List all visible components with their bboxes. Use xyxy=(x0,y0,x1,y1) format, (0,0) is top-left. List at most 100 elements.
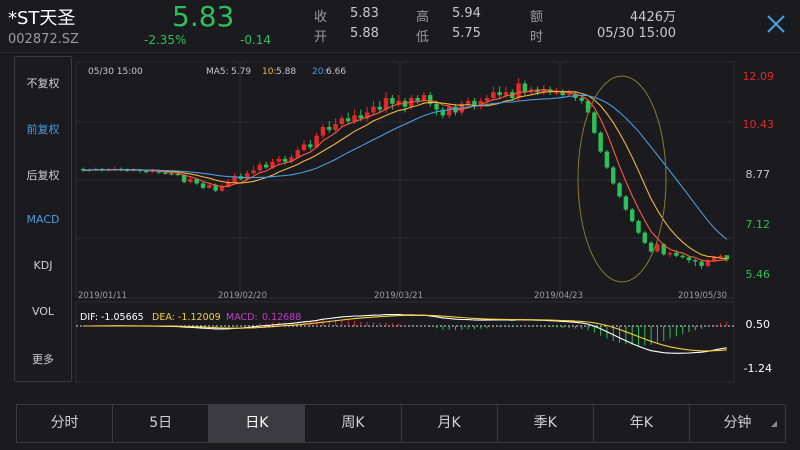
close-label: 收 xyxy=(314,10,328,25)
stock-name: *ST天圣 xyxy=(8,8,76,29)
date-tick: 2019/02/20 xyxy=(218,291,267,301)
legend-ma10-label: 10: xyxy=(262,67,276,77)
current-price: 5.83 xyxy=(172,0,235,33)
change-amount: -0.14 xyxy=(240,33,272,47)
candle xyxy=(251,166,256,175)
candle xyxy=(421,92,427,104)
candle xyxy=(440,106,446,119)
ma10-line xyxy=(83,91,727,260)
candle xyxy=(491,86,496,101)
date-tick: 2019/05/30 xyxy=(678,291,727,301)
legend-ma10-value: 5.88 xyxy=(276,67,296,77)
date-tick: 2019/01/11 xyxy=(78,291,127,301)
price-tick: 5.46 xyxy=(746,268,771,281)
legend-time: 05/30 15:00 xyxy=(88,67,143,77)
time-value: 05/30 15:00 xyxy=(596,26,676,41)
tab-5day[interactable]: 5日 xyxy=(113,405,210,442)
tab-daily-k[interactable]: 日K xyxy=(209,405,306,442)
candle xyxy=(377,100,382,113)
candle xyxy=(263,161,269,169)
price-tick: 10.43 xyxy=(743,118,775,131)
legend-ma5-value: 5.79 xyxy=(231,67,251,77)
candle xyxy=(320,124,326,139)
macd-macd-value: 0.12688 xyxy=(262,312,301,323)
tab-monthly-k[interactable]: 月K xyxy=(402,405,498,442)
price-tick: 8.77 xyxy=(746,168,771,181)
tab-quarterly-k[interactable]: 季K xyxy=(498,405,594,442)
quote-header: *ST天圣 002872.SZ 5.83 -2.35% -0.14 收 5.83… xyxy=(0,0,800,52)
candle xyxy=(642,231,648,245)
candle xyxy=(617,181,622,198)
change-percent: -2.35% xyxy=(144,33,187,47)
close-value: 5.83 xyxy=(350,6,379,21)
candle xyxy=(80,167,86,172)
tab-minute[interactable]: 分钟 ◢ xyxy=(690,405,785,442)
candle xyxy=(598,131,603,154)
candle xyxy=(680,254,685,259)
tab-weekly-k[interactable]: 周K xyxy=(305,405,402,442)
legend-ma5-label: MA5: xyxy=(206,67,229,77)
tab-intraday[interactable]: 分时 xyxy=(17,405,114,442)
candle xyxy=(402,97,408,113)
stock-code: 002872.SZ xyxy=(8,32,79,47)
kline-chart[interactable]: 05/30 15:00 MA5: 5.79 10: 5.88 20: 6.66 … xyxy=(0,52,800,392)
amount-label: 额 xyxy=(530,10,544,25)
candle xyxy=(327,121,332,133)
macd-dif-value: -1.05665 xyxy=(101,312,144,323)
macd-bars-layer xyxy=(88,319,728,346)
candle xyxy=(371,100,376,116)
price-tick: 12.09 xyxy=(743,70,775,83)
tab-minute-label: 分钟 xyxy=(723,415,752,431)
candle xyxy=(308,139,313,151)
macd-dea-value: -1.12009 xyxy=(178,312,221,323)
open-label: 开 xyxy=(314,30,328,45)
ma5-line xyxy=(83,88,727,262)
macd-axis-top: 0.50 xyxy=(746,318,771,331)
candle xyxy=(497,86,502,98)
macd-dif-label: DIF: xyxy=(80,312,98,323)
candle xyxy=(219,183,225,193)
dropdown-caret-icon: ◢ xyxy=(770,419,777,428)
candle xyxy=(472,97,477,110)
period-tabs: 分时 5日 日K 周K 月K 季K 年K 分钟 ◢ xyxy=(16,404,786,443)
high-value: 5.94 xyxy=(452,6,481,21)
candle xyxy=(693,258,698,266)
candle xyxy=(522,80,528,96)
close-icon[interactable] xyxy=(764,12,788,36)
legend-ma20-label: 20: xyxy=(312,67,326,77)
open-value: 5.88 xyxy=(350,26,379,41)
candle xyxy=(364,106,370,122)
candle xyxy=(200,181,206,190)
low-label: 低 xyxy=(416,30,430,45)
date-tick: 2019/04/23 xyxy=(534,291,583,301)
macd-dea-label: DEA: xyxy=(152,312,175,323)
macd-axis-bottom: -1.24 xyxy=(744,362,772,375)
candle xyxy=(648,241,654,253)
candle xyxy=(257,161,263,172)
macd-macd-label: MACD: xyxy=(226,312,258,323)
legend-ma20-value: 6.66 xyxy=(326,67,346,77)
high-label: 高 xyxy=(416,10,430,25)
candle xyxy=(604,150,610,169)
candle xyxy=(667,251,673,258)
candle xyxy=(705,258,711,268)
candle xyxy=(611,166,616,185)
date-tick: 2019/03/21 xyxy=(374,291,423,301)
time-label: 时 xyxy=(530,30,544,45)
price-tick: 7.12 xyxy=(746,218,771,231)
ma-lines-layer xyxy=(83,88,728,262)
candle xyxy=(623,194,629,211)
tab-yearly-k[interactable]: 年K xyxy=(594,405,690,442)
amount-value: 4426万 xyxy=(629,10,676,25)
candle xyxy=(699,260,704,269)
candle xyxy=(301,139,307,152)
candle xyxy=(629,208,635,223)
candle xyxy=(112,166,117,171)
candle xyxy=(232,173,237,184)
low-value: 5.75 xyxy=(452,26,481,41)
candle xyxy=(339,115,345,127)
candle xyxy=(428,92,433,107)
candle xyxy=(636,219,641,235)
candle xyxy=(276,155,281,165)
candle xyxy=(592,111,597,135)
